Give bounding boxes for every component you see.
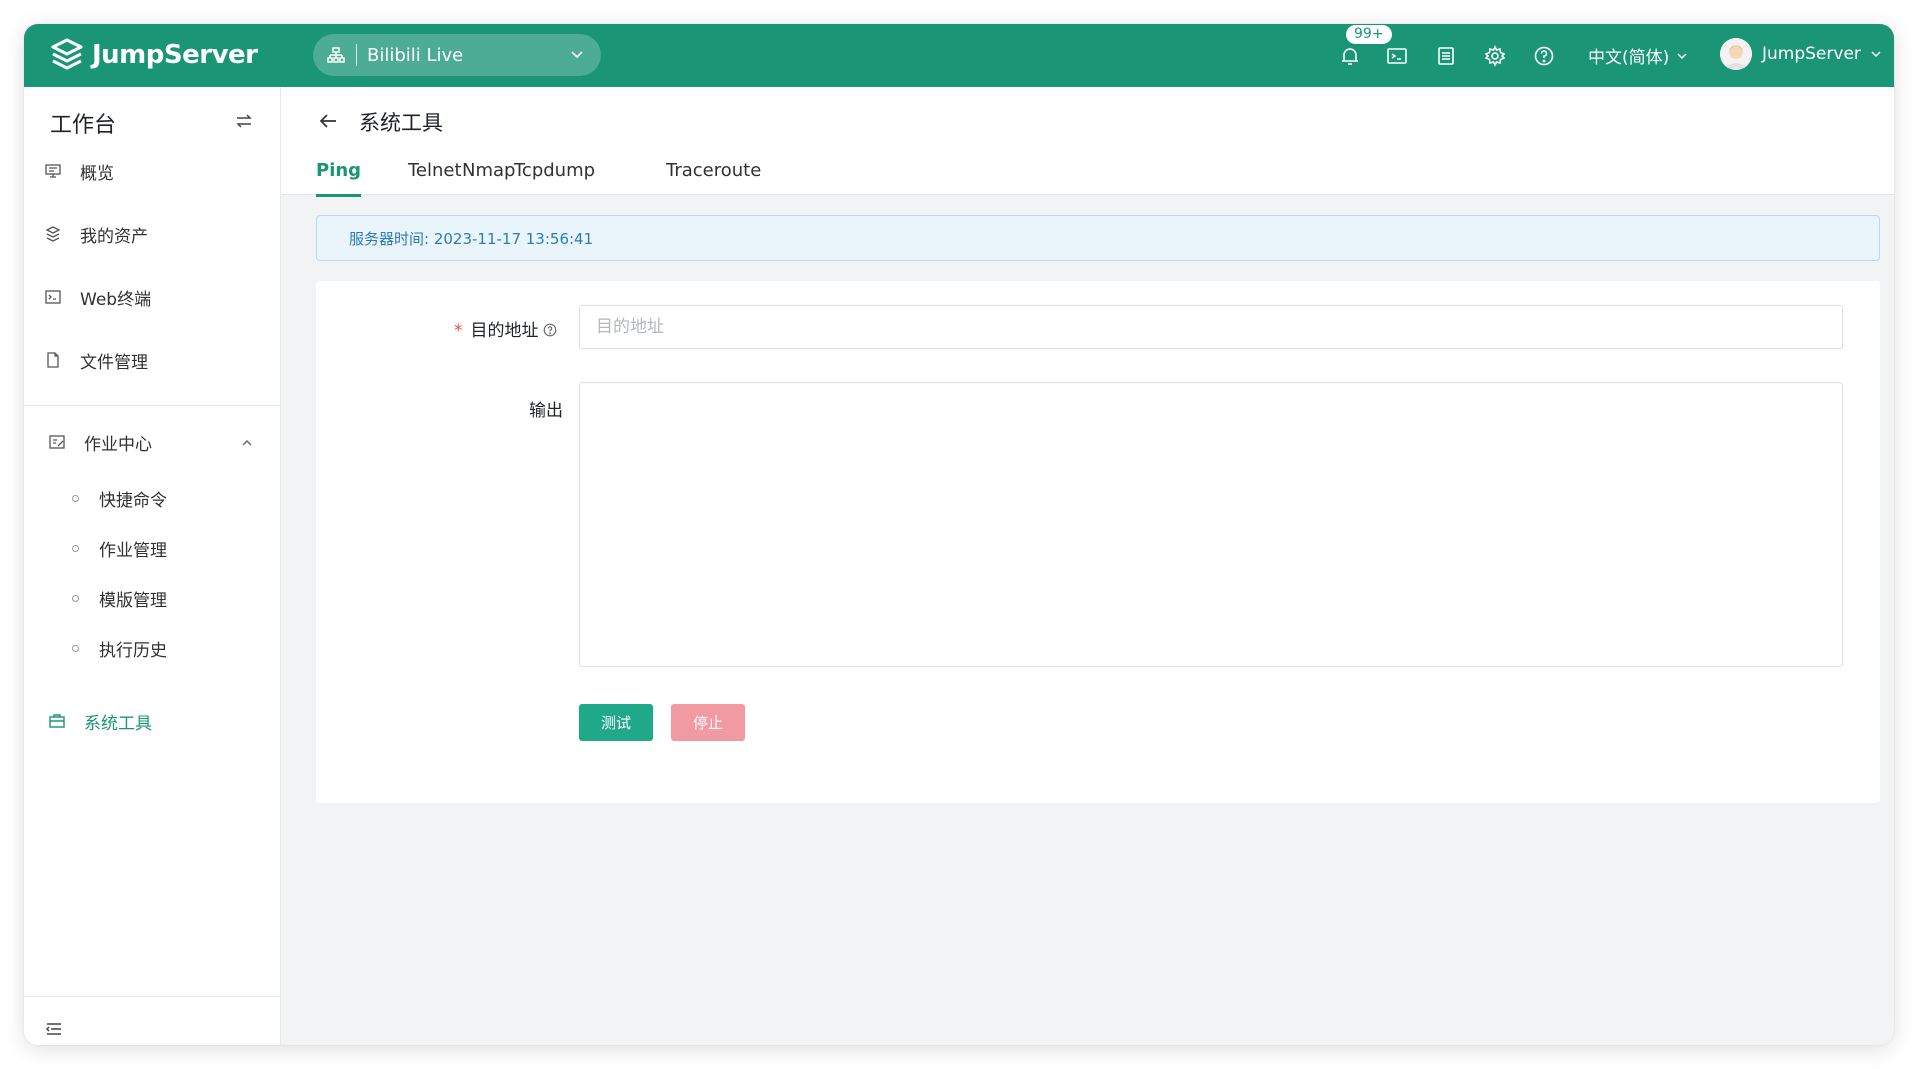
- gear-icon: [1484, 45, 1506, 67]
- sidebar-item-job-center[interactable]: 作业中心: [24, 422, 280, 462]
- sidebar-item-my-assets[interactable]: 我的资产: [24, 214, 280, 254]
- output-label: 输出: [529, 401, 563, 421]
- tab-traceroute[interactable]: Traceroute: [666, 160, 761, 192]
- notification-badge: 99+: [1346, 25, 1392, 44]
- file-icon: [47, 352, 59, 368]
- sidebar-item-overview[interactable]: 概览: [24, 151, 280, 191]
- sidebar-subitem-label: 模版管理: [99, 590, 167, 611]
- sidebar-item-web-terminal[interactable]: Web终端: [24, 277, 280, 317]
- sidebar-item-file-manager[interactable]: 文件管理: [24, 340, 280, 380]
- server-time-alert: 服务器时间: 2023-11-17 13:56:41: [316, 215, 1880, 261]
- sidebar-subitem-job-management[interactable]: 作业管理: [72, 530, 167, 566]
- sidebar-title: 工作台: [50, 113, 117, 138]
- page-title: 系统工具: [359, 111, 443, 135]
- bell-icon: [1342, 48, 1358, 65]
- collapse-menu-icon[interactable]: [44, 1019, 64, 1039]
- tab-tcpdump[interactable]: Tcpdump: [514, 160, 595, 192]
- sidebar-divider: [24, 405, 280, 406]
- required-asterisk: *: [454, 321, 463, 341]
- sidebar-subitem-label: 快捷命令: [99, 490, 167, 511]
- sidebar-divider: [24, 996, 280, 997]
- sidebar-item-label: Web终端: [80, 289, 152, 310]
- chevron-down-icon: [571, 51, 583, 59]
- bullet-icon: [72, 494, 79, 502]
- page-header: 系统工具 Ping Telnet Nmap Tcpdump Traceroute: [281, 87, 1894, 197]
- language-label: 中文(简体): [1588, 48, 1670, 68]
- main-content: 系统工具 Ping Telnet Nmap Tcpdump Traceroute…: [281, 87, 1894, 1045]
- user-avatar-icon: [1720, 38, 1752, 70]
- toolbox-icon: [49, 714, 65, 728]
- target-address-label: * 目的地址: [454, 316, 557, 341]
- ping-form-card: *目的地址 输出 测试 停止: [316, 281, 1880, 803]
- org-name: Bilibili Live: [367, 44, 464, 66]
- sidebar: 工作台 概览 我的资产 Web终端 文件管理 作业中心 快捷命令 作业管理 模版…: [24, 87, 281, 1045]
- top-header: JumpServer Bilibili Live 99+ 中文(简体) Jump…: [24, 24, 1894, 87]
- jumpserver-logo-icon: [51, 38, 83, 70]
- question-circle-icon[interactable]: [543, 323, 557, 337]
- brand-name: JumpServer: [92, 40, 258, 70]
- sidebar-item-system-tools[interactable]: 系统工具: [24, 701, 280, 741]
- settings-button[interactable]: [1483, 44, 1507, 68]
- username: JumpServer: [1762, 44, 1861, 64]
- language-selector[interactable]: 中文(简体): [1588, 43, 1689, 68]
- chevron-down-icon: [1871, 51, 1881, 58]
- tickets-button[interactable]: [1434, 44, 1458, 68]
- web-terminal-button[interactable]: [1385, 44, 1409, 68]
- monitor-icon: [45, 164, 61, 178]
- terminal-icon: [45, 290, 61, 304]
- back-arrow-icon[interactable]: [316, 109, 340, 133]
- sidebar-subitem-quick-command[interactable]: 快捷命令: [72, 480, 167, 516]
- notification-button[interactable]: [1338, 44, 1362, 68]
- list-icon: [1438, 47, 1454, 65]
- brand-logo[interactable]: JumpServer: [50, 36, 258, 74]
- target-address-input[interactable]: [579, 305, 1843, 349]
- tab-telnet[interactable]: Telnet: [408, 160, 462, 192]
- stack-icon: [45, 226, 61, 242]
- test-button[interactable]: 测试: [579, 704, 653, 741]
- terminal-icon: [1387, 48, 1407, 64]
- sidebar-subitem-template-management[interactable]: 模版管理: [72, 580, 167, 616]
- sidebar-item-label: 作业中心: [84, 434, 152, 455]
- tab-nmap[interactable]: Nmap: [462, 160, 515, 192]
- tab-ping[interactable]: Ping: [316, 160, 362, 197]
- bullet-icon: [72, 644, 79, 652]
- chevron-down-icon: [1677, 52, 1687, 59]
- stop-button[interactable]: 停止: [671, 704, 745, 741]
- sidebar-item-label: 文件管理: [80, 352, 148, 373]
- output-textarea[interactable]: [579, 382, 1843, 667]
- server-time-text: 服务器时间: 2023-11-17 13:56:41: [349, 229, 594, 248]
- help-button[interactable]: [1532, 44, 1556, 68]
- org-icon: [327, 47, 345, 63]
- sidebar-item-label: 系统工具: [84, 713, 152, 734]
- avatar: [1720, 38, 1752, 70]
- sidebar-subitem-label: 作业管理: [99, 540, 167, 561]
- bullet-icon: [72, 594, 79, 602]
- chevron-up-icon: [242, 440, 252, 446]
- sidebar-subitem-label: 执行历史: [99, 640, 167, 661]
- switch-view-icon[interactable]: [234, 111, 254, 131]
- job-icon: [49, 435, 65, 449]
- sidebar-item-label: 我的资产: [80, 226, 148, 247]
- app-window: JumpServer Bilibili Live 99+ 中文(简体) Jump…: [24, 24, 1894, 1045]
- sidebar-item-label: 概览: [80, 163, 114, 184]
- help-icon: [1534, 46, 1554, 66]
- org-selector[interactable]: Bilibili Live: [313, 34, 601, 76]
- bullet-icon: [72, 544, 79, 552]
- user-menu[interactable]: JumpServer: [1720, 38, 1883, 70]
- org-separator: [356, 44, 357, 66]
- sidebar-subitem-execution-history[interactable]: 执行历史: [72, 630, 167, 666]
